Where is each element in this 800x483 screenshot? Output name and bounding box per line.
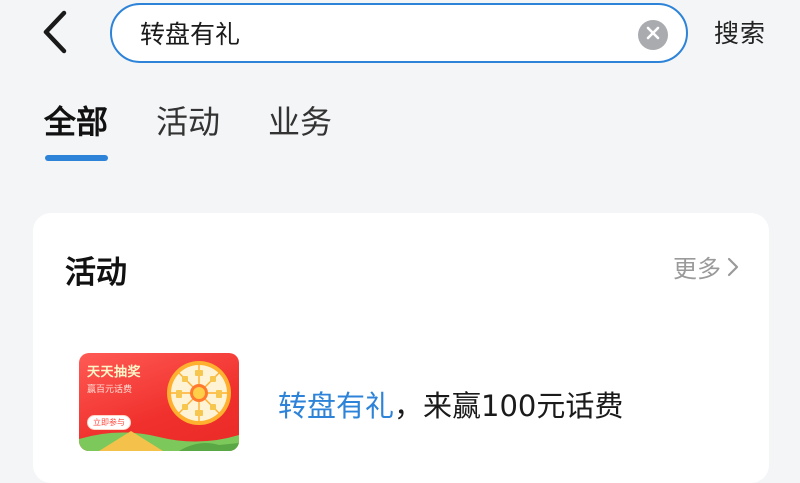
activity-title-rest: ，来赢100元话费	[394, 389, 624, 423]
activity-list-item[interactable]: 天天抽奖 赢百元话费 立即参与 转盘有礼，来赢100元话费	[79, 353, 739, 451]
prize-wheel-icon	[167, 361, 231, 425]
tab-activities[interactable]: 活动	[156, 100, 220, 144]
activity-title-highlight: 转盘有礼	[278, 389, 395, 423]
search-bar[interactable]	[110, 3, 688, 63]
thumbnail-title: 天天抽奖	[87, 365, 142, 380]
search-input[interactable]	[140, 13, 610, 53]
close-icon	[645, 25, 661, 45]
activity-section-card: 活动 更多 天天抽奖 赢百元话费 立即参与 转盘有礼，来赢100元话费	[33, 213, 769, 483]
activity-title: 转盘有礼，来赢100元话费	[278, 383, 623, 425]
back-button[interactable]	[30, 8, 80, 60]
chevron-right-icon	[727, 257, 739, 277]
search-button[interactable]: 搜索	[714, 14, 766, 50]
thumbnail-ground-graphic	[79, 431, 239, 451]
tab-all[interactable]: 全部	[44, 100, 108, 144]
more-link[interactable]: 更多	[673, 249, 739, 284]
clear-search-button[interactable]	[638, 20, 668, 50]
category-tabs: 全部 活动 业务	[44, 100, 380, 144]
section-title: 活动	[65, 255, 127, 291]
chevron-left-icon	[40, 9, 70, 59]
more-label: 更多	[673, 255, 721, 283]
active-tab-indicator	[45, 155, 108, 161]
tab-services[interactable]: 业务	[268, 100, 332, 144]
activity-thumbnail: 天天抽奖 赢百元话费 立即参与	[79, 353, 239, 451]
thumbnail-subtitle: 赢百元话费	[87, 385, 133, 395]
